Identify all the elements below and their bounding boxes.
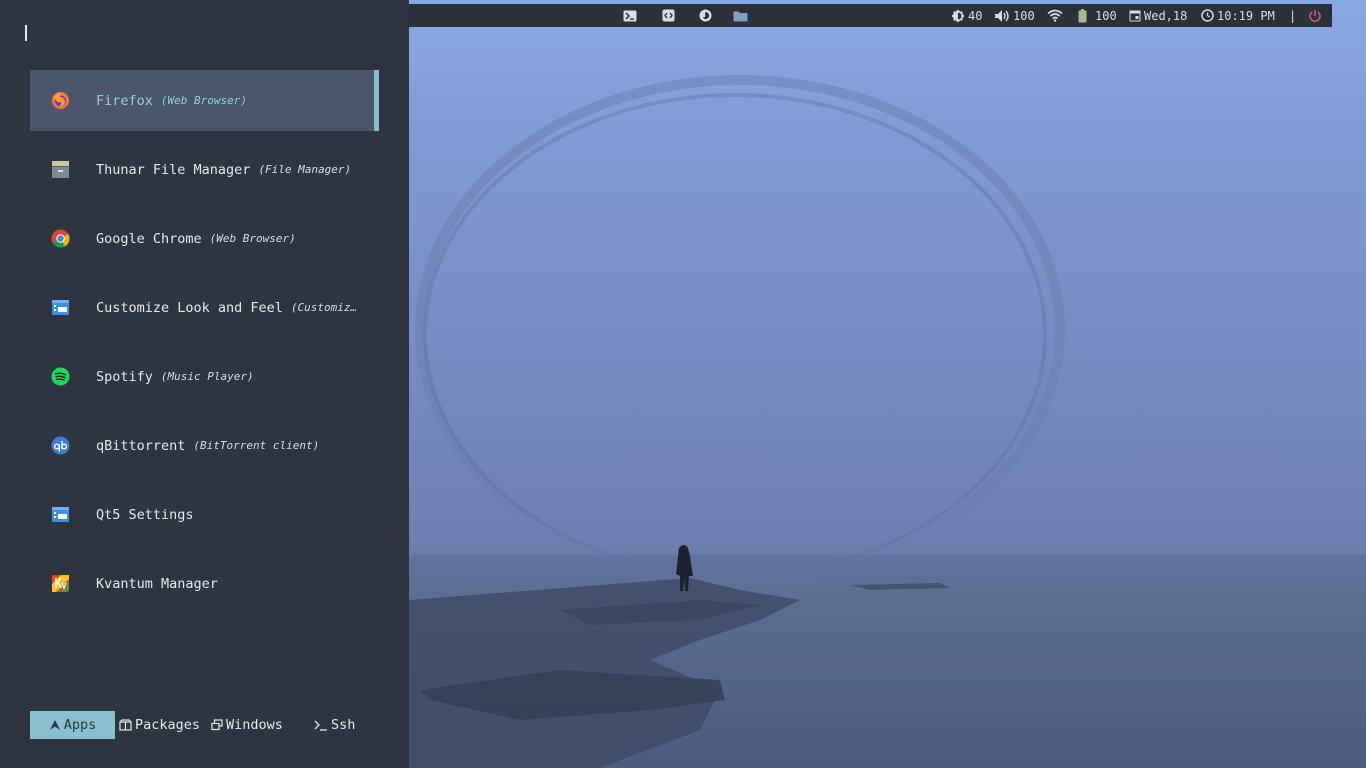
spotify-icon	[51, 367, 70, 386]
terminal-prompt-icon	[314, 720, 327, 731]
firefox-icon[interactable]	[697, 8, 713, 23]
date-value: Wed,18	[1144, 8, 1188, 23]
brightness-value: 40	[968, 8, 983, 23]
app-entry-firefox[interactable]: Firefox (Web Browser)	[30, 70, 379, 131]
volume-indicator[interactable]: 100	[994, 4, 1035, 27]
search-input[interactable]	[20, 20, 390, 46]
wifi-icon	[1047, 9, 1063, 22]
app-name: Google Chrome	[96, 230, 202, 247]
mode-packages[interactable]: Packages	[119, 711, 200, 739]
app-name: qBittorrent	[96, 437, 186, 454]
app-generic-name: (Music Player)	[160, 370, 254, 383]
time-value: 10:19 PM	[1217, 8, 1275, 23]
code-editor-icon[interactable]	[660, 8, 676, 23]
date-indicator[interactable]: Wed,18	[1129, 4, 1187, 27]
windows-icon	[211, 719, 223, 731]
app-launcher: Firefox (Web Browser) Thunar File Manager…	[0, 0, 409, 768]
app-generic-name: (BitTorrent client)	[193, 439, 320, 452]
volume-value: 100	[1013, 8, 1035, 23]
package-icon	[119, 719, 132, 731]
app-name: Customize Look and Feel	[96, 299, 283, 316]
app-generic-name: (Web Browser)	[209, 232, 296, 245]
mode-label: Packages	[135, 717, 201, 733]
arrow-up-icon	[49, 720, 60, 730]
app-name: Thunar File Manager	[96, 161, 251, 178]
qbittorrent-icon	[51, 436, 70, 455]
app-name: Spotify	[96, 368, 153, 385]
settings-window-icon	[51, 298, 70, 317]
folder-icon[interactable]	[732, 8, 748, 23]
mode-label: Apps	[63, 717, 97, 733]
app-name: Kvantum Manager	[96, 575, 218, 592]
app-entry-thunar[interactable]: Thunar File Manager (File Manager)	[30, 139, 379, 200]
mode-apps[interactable]: Apps	[30, 711, 115, 739]
battery-value: 100	[1095, 8, 1117, 23]
app-entry-chrome[interactable]: Google Chrome (Web Browser)	[30, 208, 379, 269]
settings-window-icon	[51, 505, 70, 524]
firefox-icon	[51, 91, 70, 110]
wifi-indicator[interactable]	[1047, 4, 1063, 27]
top-bar: 40 100 100 Wed,18 10:19 PM |	[409, 4, 1332, 27]
app-entry-qt5-settings[interactable]: Qt5 Settings	[30, 484, 379, 545]
mode-label: Windows	[226, 717, 283, 733]
app-generic-name: (File Manager)	[258, 163, 352, 176]
app-entry-customize-look-and-feel[interactable]: Customize Look and Feel (Customiz…	[30, 277, 379, 338]
mode-ssh[interactable]: Ssh	[314, 711, 355, 739]
app-generic-name: (Web Browser)	[160, 94, 247, 107]
battery-indicator[interactable]: 100	[1078, 4, 1117, 27]
battery-icon	[1078, 8, 1087, 22]
chrome-icon	[51, 229, 70, 248]
terminal-icon[interactable]	[622, 8, 638, 23]
app-entry-spotify[interactable]: Spotify (Music Player)	[30, 346, 379, 407]
app-name: Qt5 Settings	[96, 506, 194, 523]
mode-windows[interactable]: Windows	[211, 711, 283, 739]
brightness-indicator[interactable]: 40	[951, 4, 982, 27]
volume-icon	[995, 9, 1009, 22]
file-cabinet-icon	[51, 160, 70, 179]
power-button[interactable]	[1308, 4, 1322, 27]
app-entry-qbittorrent[interactable]: qBittorrent (BitTorrent client)	[30, 415, 379, 476]
bar-separator: |	[1289, 8, 1297, 23]
calendar-icon	[1129, 10, 1141, 22]
app-generic-name: (Customiz…	[290, 301, 358, 314]
app-entry-kvantum-manager[interactable]: Kvantum Manager	[30, 553, 379, 614]
app-name: Firefox	[96, 92, 153, 109]
kvantum-icon	[51, 574, 70, 593]
clock-icon	[1201, 9, 1214, 22]
power-icon	[1309, 9, 1321, 22]
clock-indicator[interactable]: 10:19 PM	[1201, 4, 1275, 27]
mode-label: Ssh	[331, 717, 356, 733]
text-cursor	[25, 25, 27, 41]
brightness-icon	[951, 9, 965, 22]
